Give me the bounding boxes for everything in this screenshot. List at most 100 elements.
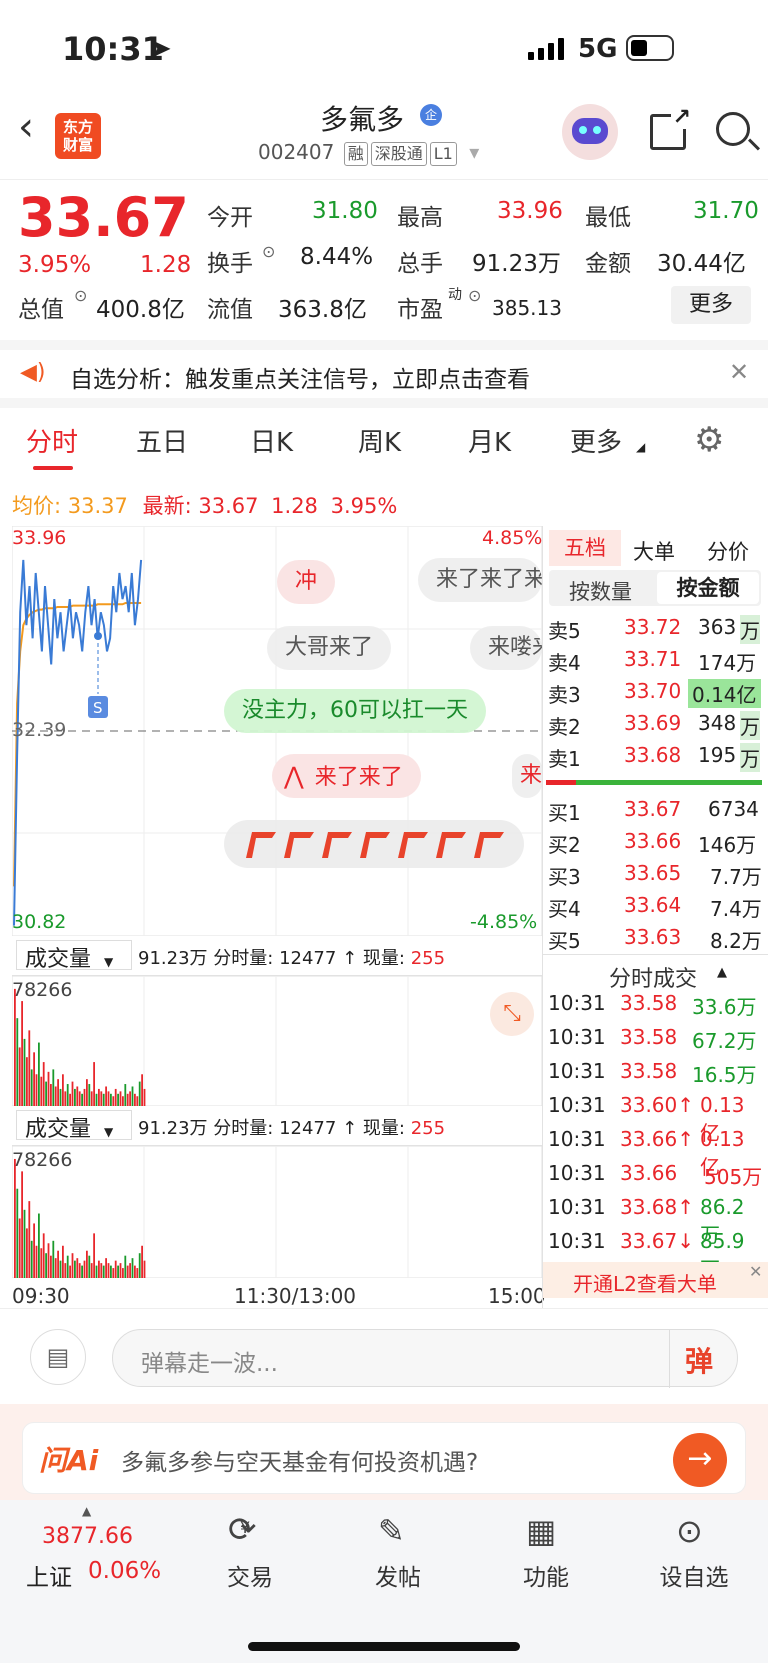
- volume-chart[interactable]: 78266: [12, 1146, 542, 1278]
- mktcap-value: 400.8亿: [96, 297, 185, 323]
- tab-intraday[interactable]: 分时: [26, 422, 78, 459]
- info-icon[interactable]: ⊙: [262, 242, 275, 261]
- dropdown-icon: ▼: [104, 1125, 114, 1139]
- collapse-icon[interactable]: ▲: [717, 965, 727, 980]
- trade-price: 33.67↓: [620, 1229, 695, 1253]
- nav-add-watchlist[interactable]: 设自选: [644, 1558, 744, 1592]
- share-icon[interactable]: ↗: [650, 105, 691, 150]
- volume-bar: [76, 1258, 79, 1278]
- volume-selector[interactable]: 成交量 ▼: [16, 940, 132, 972]
- chevron-down-icon[interactable]: ▾: [469, 140, 479, 164]
- sell-level-row[interactable]: 卖4 33.71 174万: [548, 643, 762, 675]
- volume-bar: [81, 1265, 83, 1278]
- volume-bar: [102, 1093, 105, 1106]
- high-value: 33.96: [497, 198, 563, 224]
- nav-functions[interactable]: 功能: [496, 1558, 596, 1592]
- level-label: 买2: [548, 833, 581, 857]
- trade-volume: 33.6万: [692, 995, 757, 1019]
- level-price: 33.70: [624, 679, 682, 703]
- network-label: 5G: [578, 34, 618, 64]
- volume-chart[interactable]: 78266: [12, 976, 542, 1106]
- alert-bar[interactable]: ◀) 自选分析：触发重点关注信号，立即点击查看 ✕: [0, 340, 768, 408]
- tab-daily-k[interactable]: 日K: [250, 422, 293, 459]
- arrow-right-icon[interactable]: →: [673, 1433, 727, 1487]
- index-value[interactable]: 3877.66: [42, 1524, 133, 1549]
- settings-gear-icon[interactable]: ⚙: [694, 420, 724, 460]
- tab-large-orders[interactable]: 大单: [633, 536, 675, 566]
- trade-price: 33.68↑: [620, 1195, 695, 1219]
- volume-header: 成交量 ▼ 91.23万 分时量: 12477 ↑ 现量: 255: [12, 936, 542, 976]
- level-volume: 7.7万: [710, 865, 762, 889]
- buy-level-row[interactable]: 买5 33.63 8.2万: [548, 921, 762, 953]
- buy-level-row[interactable]: 买2 33.66 146万: [548, 825, 762, 857]
- index-pct[interactable]: 0.06%: [88, 1558, 161, 1584]
- subtab-by-amount[interactable]: 按金额: [657, 572, 759, 604]
- info-icon[interactable]: ⊙: [468, 286, 481, 305]
- level-price: 33.69: [624, 711, 682, 735]
- volume-bar: [114, 1088, 117, 1106]
- l2-promo-text: 开通L2查看大单: [573, 1272, 717, 1296]
- volume-bar: [30, 1240, 33, 1278]
- index-name[interactable]: 上证: [26, 1558, 72, 1592]
- danmu-bubble[interactable]: ⋀ 来了来了: [272, 754, 421, 798]
- danmu-emoji-bubble[interactable]: [224, 820, 524, 868]
- danmu-bubble[interactable]: 冲: [277, 560, 336, 604]
- nav-trade[interactable]: 交易: [200, 1558, 300, 1592]
- back-icon[interactable]: ‹: [18, 104, 34, 150]
- close-icon[interactable]: ✕: [749, 1262, 762, 1281]
- buy-level-row[interactable]: 买1 33.67 6734: [548, 793, 762, 825]
- l2-promo-banner[interactable]: 开通L2查看大单 ✕: [543, 1262, 768, 1298]
- sell-level-row[interactable]: 卖2 33.69 348 万: [548, 707, 762, 740]
- volume-bar: [50, 1255, 52, 1278]
- expand-icon[interactable]: ⤡: [490, 992, 534, 1036]
- close-icon[interactable]: ✕: [729, 358, 749, 386]
- danmu-bubble[interactable]: 来喽来: [470, 626, 542, 670]
- tab-monthly-k[interactable]: 月K: [468, 422, 511, 459]
- x-label-close: 15:00: [488, 1284, 546, 1308]
- volume-bar: [45, 1253, 47, 1278]
- trade-row: 10:31 33.66 505万: [548, 1157, 764, 1191]
- buy-level-row[interactable]: 买4 33.64 7.4万: [548, 889, 762, 921]
- volume-bar: [124, 1084, 127, 1106]
- trade-time: 10:31: [548, 1093, 606, 1117]
- tab-five-day[interactable]: 五日: [136, 422, 188, 459]
- volume-bar: [18, 1218, 21, 1278]
- tab-weekly-k[interactable]: 周K: [358, 422, 401, 459]
- volume-selector[interactable]: 成交量 ▼: [16, 1110, 132, 1142]
- trade-row: 10:3133.67↓85.9万: [548, 1225, 764, 1281]
- info-icon[interactable]: ⊙: [74, 286, 87, 305]
- sell-level-row[interactable]: 卖3 33.70 0.14亿: [548, 675, 762, 708]
- volume-bar: [66, 1255, 69, 1278]
- level-volume: 146万: [698, 833, 757, 857]
- danmu-bubble[interactable]: 没主力，60可以扛一天: [224, 689, 486, 733]
- trade-time: 10:31: [548, 1195, 606, 1219]
- ymin-label: 30.82: [12, 911, 66, 933]
- more-dots-icon[interactable]: ⊙: [676, 1512, 703, 1550]
- danmu-button[interactable]: 弹: [685, 1340, 713, 1380]
- level-label: 买5: [548, 929, 581, 953]
- trade-row: 10:31 33.58 16.5万: [548, 1055, 764, 1089]
- danmu-bubble[interactable]: 大哥来了: [267, 626, 392, 670]
- tab-price-dist[interactable]: 分价: [707, 536, 749, 566]
- search-icon[interactable]: [716, 112, 761, 151]
- now-volume: 255: [410, 948, 446, 969]
- ai-robot-avatar[interactable]: [562, 104, 618, 160]
- ai-prompt-card[interactable]: 问Ai 多氟多参与空天基金有何投资机遇? →: [22, 1422, 746, 1494]
- danmu-bubble[interactable]: 来: [512, 754, 542, 798]
- subtab-by-quantity[interactable]: 按数量: [569, 576, 632, 606]
- buy-level-row[interactable]: 买3 33.65 7.7万: [548, 857, 762, 889]
- edit-post-icon[interactable]: ✎: [378, 1512, 405, 1550]
- note-icon[interactable]: ▤: [30, 1329, 86, 1385]
- nav-post[interactable]: 发帖: [348, 1558, 448, 1592]
- low-value: 31.70: [693, 198, 759, 224]
- more-button[interactable]: 更多: [671, 286, 751, 324]
- tab-five-levels[interactable]: 五档: [549, 530, 621, 566]
- pe-label: 市盈: [397, 297, 443, 323]
- tab-more[interactable]: 更多: [570, 422, 622, 459]
- sell-level-row[interactable]: 卖5 33.72 363 万: [548, 611, 762, 644]
- danmu-bubble[interactable]: 来了来了来: [418, 558, 542, 602]
- apps-grid-icon[interactable]: ▦: [526, 1512, 556, 1550]
- sell-level-row[interactable]: 卖1 33.68 195 万: [548, 739, 762, 772]
- danmu-input[interactable]: 弹幕走一波... 弹: [112, 1329, 738, 1388]
- battery-icon: [626, 35, 674, 61]
